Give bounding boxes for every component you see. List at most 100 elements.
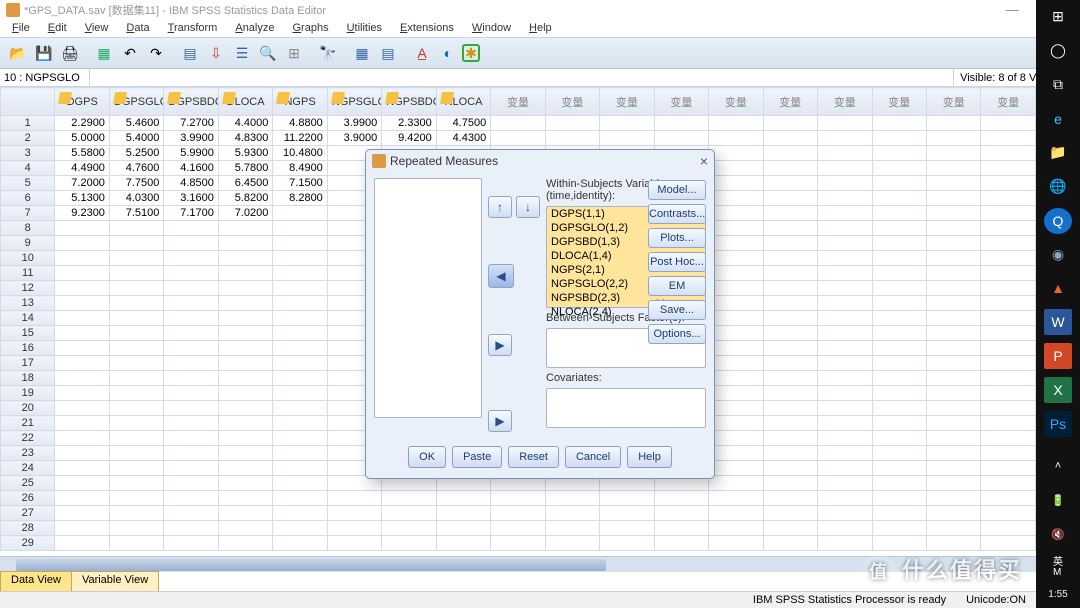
data-cell[interactable]	[818, 161, 872, 176]
data-cell[interactable]	[55, 296, 109, 311]
data-cell[interactable]	[926, 401, 980, 416]
data-cell[interactable]	[164, 401, 218, 416]
data-cell[interactable]	[926, 251, 980, 266]
row-header[interactable]: 4	[1, 161, 55, 176]
menu-data[interactable]: Data	[118, 21, 157, 35]
data-cell[interactable]	[709, 341, 763, 356]
add-bs-button[interactable]: ▶	[488, 334, 512, 356]
data-cell[interactable]	[55, 461, 109, 476]
data-cell[interactable]	[55, 236, 109, 251]
tray-volume-icon[interactable]: 🔇	[1044, 521, 1072, 547]
data-cell[interactable]	[709, 401, 763, 416]
data-cell[interactable]	[109, 221, 163, 236]
column-header[interactable]: DGPSGLO	[109, 88, 163, 116]
data-cell[interactable]: 5.9900	[164, 146, 218, 161]
data-cell[interactable]	[273, 476, 327, 491]
data-cell[interactable]	[273, 506, 327, 521]
data-cell[interactable]	[109, 281, 163, 296]
posthoc-button[interactable]: Post Hoc...	[648, 252, 706, 272]
data-cell[interactable]	[872, 161, 926, 176]
data-cell[interactable]	[763, 266, 817, 281]
data-cell[interactable]	[709, 476, 763, 491]
data-cell[interactable]	[818, 191, 872, 206]
undo-icon[interactable]: ↶	[118, 41, 142, 65]
data-cell[interactable]	[55, 221, 109, 236]
data-cell[interactable]	[818, 176, 872, 191]
data-cell[interactable]	[763, 476, 817, 491]
data-cell[interactable]	[273, 461, 327, 476]
data-cell[interactable]: 5.8200	[218, 191, 272, 206]
data-cell[interactable]	[164, 356, 218, 371]
data-cell[interactable]	[55, 416, 109, 431]
data-cell[interactable]	[763, 236, 817, 251]
data-cell[interactable]	[926, 326, 980, 341]
taskbar-clock[interactable]: 1:55	[1048, 589, 1067, 600]
data-cell[interactable]	[273, 221, 327, 236]
value-labels-icon[interactable]: A̲	[410, 41, 434, 65]
data-cell[interactable]	[55, 401, 109, 416]
column-header-empty[interactable]: 变量	[818, 88, 872, 116]
data-cell[interactable]	[218, 236, 272, 251]
data-cell[interactable]	[273, 281, 327, 296]
data-cell[interactable]	[218, 371, 272, 386]
data-cell[interactable]	[818, 506, 872, 521]
data-cell[interactable]	[55, 386, 109, 401]
row-header[interactable]: 25	[1, 476, 55, 491]
data-cell[interactable]	[273, 401, 327, 416]
data-cell[interactable]	[545, 116, 599, 131]
column-header[interactable]: NGPS	[273, 88, 327, 116]
data-cell[interactable]	[382, 491, 436, 506]
data-cell[interactable]	[818, 356, 872, 371]
column-header-empty[interactable]: 变量	[981, 88, 1036, 116]
contrasts-button[interactable]: Contrasts...	[648, 204, 706, 224]
data-cell[interactable]	[600, 116, 654, 131]
data-cell[interactable]: 7.2000	[55, 176, 109, 191]
data-cell[interactable]	[872, 521, 926, 536]
row-header[interactable]: 1	[1, 116, 55, 131]
data-cell[interactable]	[436, 536, 490, 551]
data-cell[interactable]	[164, 281, 218, 296]
save-icon[interactable]: 💾	[32, 41, 56, 65]
data-cell[interactable]: 4.4900	[55, 161, 109, 176]
data-cell[interactable]: 8.2800	[273, 191, 327, 206]
app-grey-icon[interactable]: ◉	[1044, 242, 1072, 268]
data-cell[interactable]	[872, 446, 926, 461]
data-cell[interactable]	[109, 431, 163, 446]
menu-utilities[interactable]: Utilities	[339, 21, 390, 35]
data-cell[interactable]	[709, 416, 763, 431]
data-cell[interactable]	[709, 386, 763, 401]
data-cell[interactable]	[709, 326, 763, 341]
data-cell[interactable]	[164, 461, 218, 476]
win-start-icon[interactable]: ⊞	[1044, 4, 1072, 30]
paste-button[interactable]: Paste	[452, 446, 502, 468]
data-cell[interactable]	[818, 536, 872, 551]
data-cell[interactable]	[872, 266, 926, 281]
data-cell[interactable]	[709, 371, 763, 386]
data-cell[interactable]	[763, 116, 817, 131]
data-cell[interactable]	[654, 491, 708, 506]
data-cell[interactable]	[273, 296, 327, 311]
data-cell[interactable]	[654, 116, 708, 131]
goto-case-icon[interactable]: ▤	[178, 41, 202, 65]
data-cell[interactable]	[926, 311, 980, 326]
data-cell[interactable]	[981, 191, 1036, 206]
data-cell[interactable]	[709, 131, 763, 146]
column-header-empty[interactable]: 变量	[600, 88, 654, 116]
data-cell[interactable]	[109, 356, 163, 371]
data-cell[interactable]: 8.4900	[273, 161, 327, 176]
data-cell[interactable]	[218, 506, 272, 521]
row-header[interactable]: 18	[1, 371, 55, 386]
data-cell[interactable]: 10.4800	[273, 146, 327, 161]
spellcheck-icon[interactable]: ✱	[462, 44, 480, 62]
data-cell[interactable]	[55, 491, 109, 506]
model-button[interactable]: Model...	[648, 180, 706, 200]
data-cell[interactable]	[872, 251, 926, 266]
row-header[interactable]: 11	[1, 266, 55, 281]
data-cell[interactable]	[981, 296, 1036, 311]
data-cell[interactable]	[981, 326, 1036, 341]
data-cell[interactable]	[709, 431, 763, 446]
data-cell[interactable]	[763, 161, 817, 176]
menu-extensions[interactable]: Extensions	[392, 21, 462, 35]
data-cell[interactable]: 5.9300	[218, 146, 272, 161]
data-cell[interactable]	[872, 341, 926, 356]
